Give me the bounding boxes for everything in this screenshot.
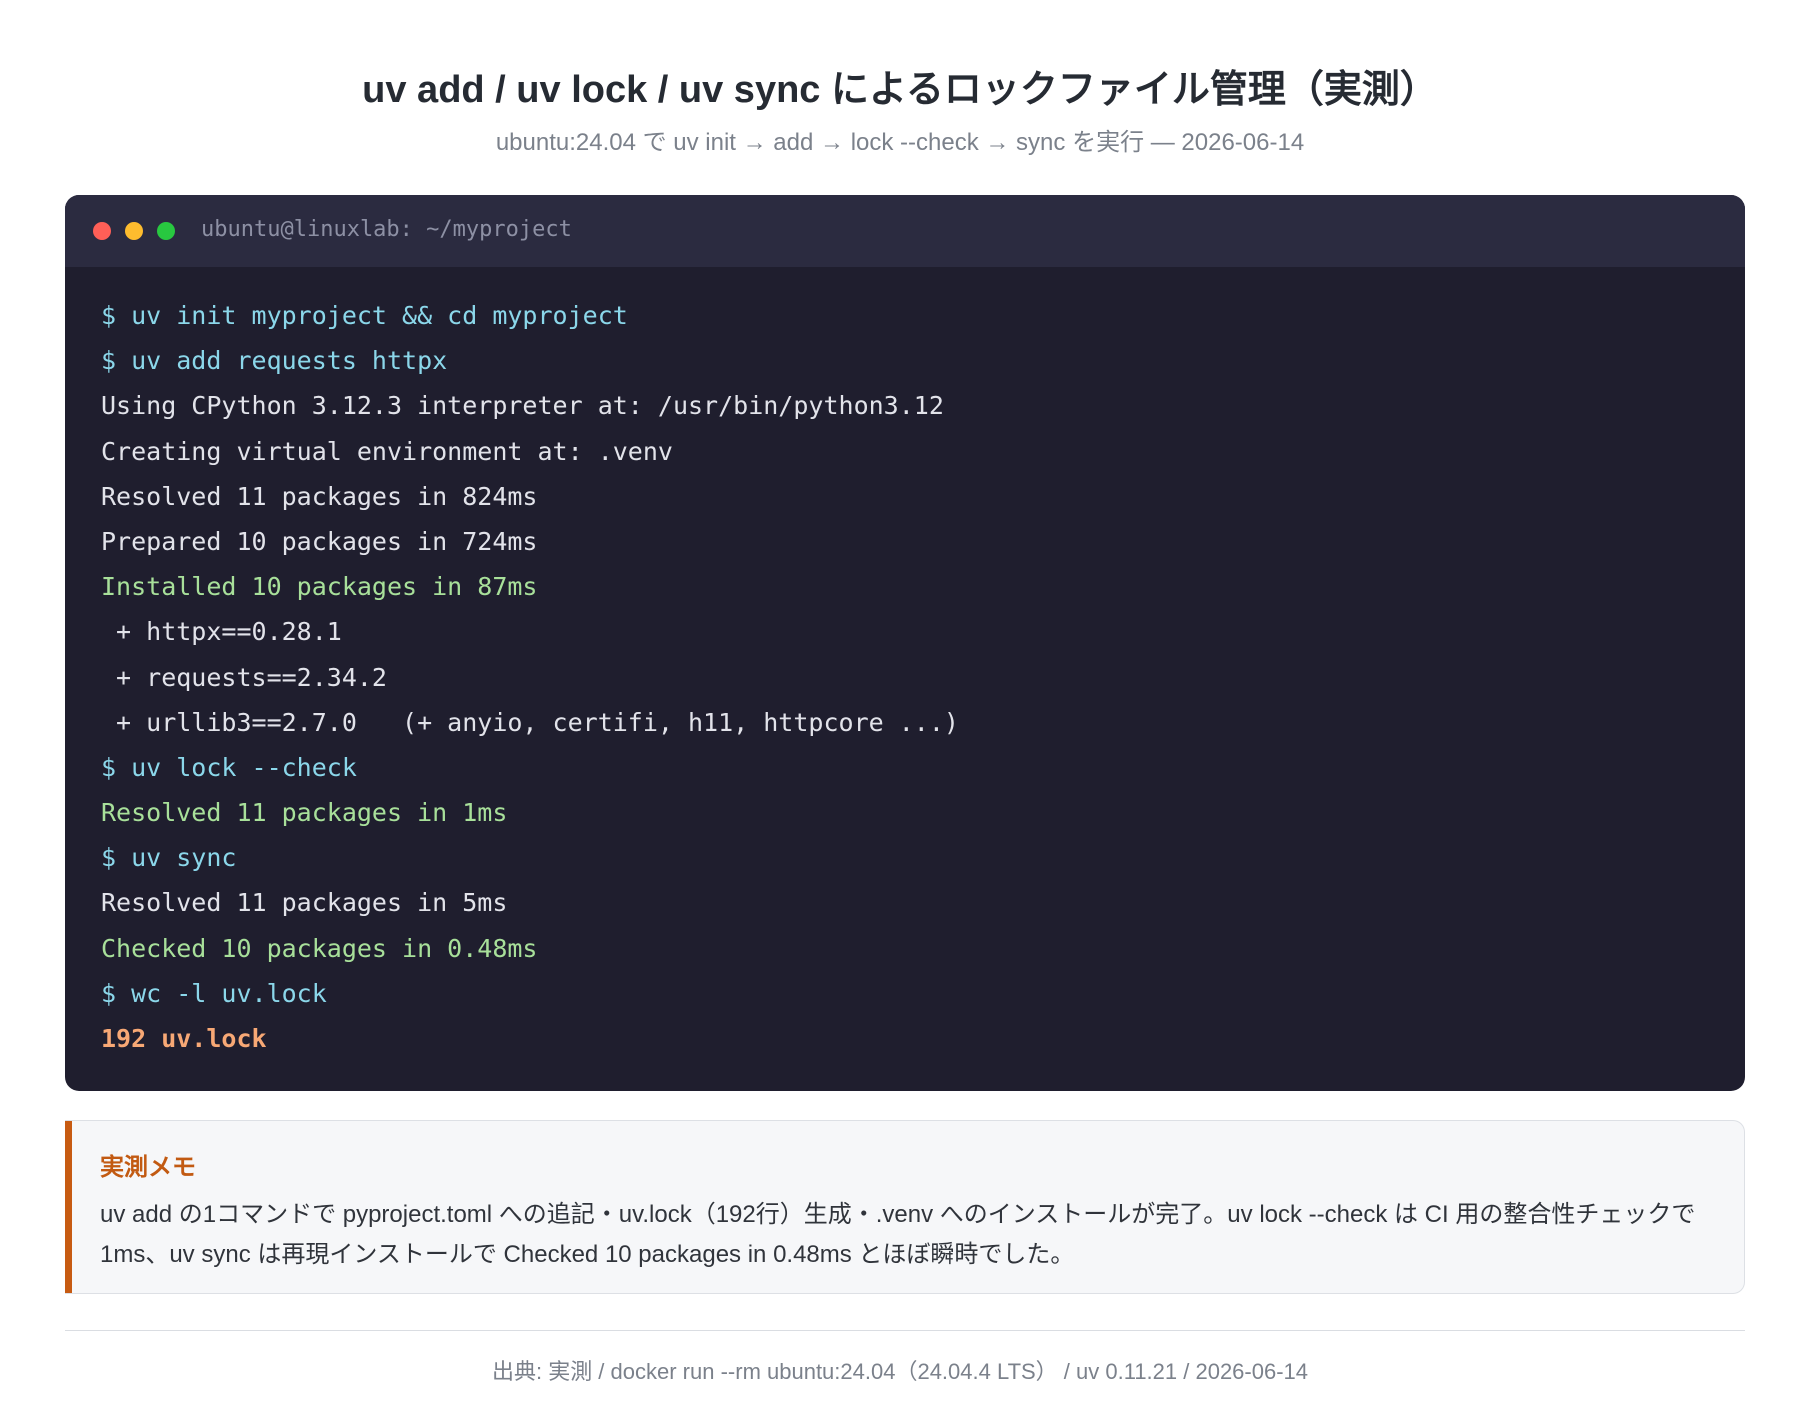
- terminal-line: Installed 10 packages in 87ms: [101, 572, 538, 602]
- terminal-title-bar: ubuntu@linuxlab: ~/myproject: [65, 195, 1745, 267]
- page-title: uv add / uv lock / uv sync によるロックファイル管理（…: [362, 69, 1438, 111]
- memo-text: uv add の1コマンドで pyproject.toml への追記・uv.lo…: [100, 1201, 1696, 1268]
- terminal-line: Creating virtual environment at: .venv: [101, 436, 673, 466]
- terminal-line: $ uv sync: [101, 843, 237, 873]
- terminal-line: Resolved 11 packages in 824ms: [101, 481, 538, 511]
- close-window-icon[interactable]: [93, 222, 111, 240]
- terminal-line: + requests==2.34.2: [101, 662, 387, 692]
- page: uv add / uv lock / uv sync によるロックファイル管理（…: [0, 0, 1800, 1416]
- terminal-output[interactable]: $ uv init myproject && cd myproject $ uv…: [101, 293, 1715, 1061]
- terminal-line: $ uv lock --check: [101, 752, 357, 782]
- memo-title: 実測メモ: [100, 1154, 196, 1181]
- memo-box: 実測メモ uv add の1コマンドで pyproject.toml への追記・…: [65, 1120, 1745, 1294]
- terminal-line: Resolved 11 packages in 5ms: [101, 888, 508, 918]
- footer-divider: [65, 1330, 1745, 1331]
- terminal-line: 192 uv.lock: [101, 1024, 267, 1053]
- terminal-line: $ uv init myproject && cd myproject: [101, 301, 628, 330]
- footer-source: 出典: 実測 / docker run --rm ubuntu:24.04（24…: [491, 1359, 1309, 1384]
- terminal-line: Checked 10 packages in 0.48ms: [101, 933, 538, 963]
- terminal-window-title: ubuntu@linuxlab: ~/myproject: [201, 217, 572, 242]
- terminal-line: $ wc -l uv.lock: [101, 978, 327, 1008]
- terminal-window: ubuntu@linuxlab: ~/myproject $ uv init m…: [65, 195, 1745, 1091]
- maximize-window-icon[interactable]: [157, 222, 175, 240]
- terminal-line: + httpx==0.28.1: [101, 617, 342, 647]
- terminal-line: $ uv add requests httpx: [101, 346, 448, 376]
- terminal-line: + urllib3==2.7.0 (+ anyio, certifi, h11,…: [101, 707, 959, 737]
- terminal-line: Resolved 11 packages in 1ms: [101, 798, 508, 828]
- minimize-window-icon[interactable]: [125, 222, 143, 240]
- terminal-line: Prepared 10 packages in 724ms: [101, 526, 538, 556]
- page-subtitle: ubuntu:24.04 で uv init → add → lock --ch…: [495, 129, 1305, 156]
- terminal-line: Using CPython 3.12.3 interpreter at: /us…: [101, 391, 944, 421]
- memo-accent-bar: [65, 1121, 72, 1293]
